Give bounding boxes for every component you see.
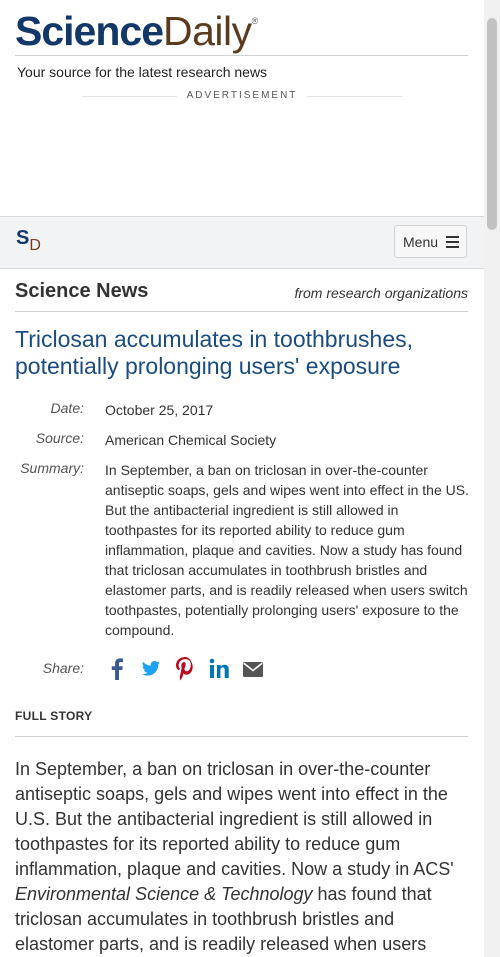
summary-text: In September, a ban on triclosan in over…: [105, 462, 469, 638]
source-value: American Chemical Society: [105, 432, 277, 448]
logo-daily-text: Daily: [163, 8, 252, 54]
journal-name: Environmental Science & Technology: [15, 884, 313, 904]
article-body: In September, a ban on triclosan in over…: [15, 757, 475, 957]
twitter-icon[interactable]: [141, 657, 161, 681]
scrollbar-thumb[interactable]: [487, 18, 497, 230]
top-navbar: SD Menu: [0, 216, 484, 269]
page: ScienceDaily® Your source for the latest…: [0, 0, 484, 957]
summary-label: Summary:: [20, 460, 84, 476]
logo-divider: [15, 55, 468, 56]
facebook-icon[interactable]: [110, 657, 124, 681]
sciencedaily-logo[interactable]: ScienceDaily®: [15, 8, 258, 58]
sd-home-logo[interactable]: SD: [16, 227, 41, 254]
section-divider: [15, 311, 468, 312]
full-story-divider: [15, 736, 468, 737]
logo-science-text: Science: [15, 8, 164, 54]
article-headline: Triclosan accumulates in toothbrushes, p…: [15, 326, 414, 379]
section-title[interactable]: Science News: [15, 280, 148, 303]
logo-d: D: [29, 237, 41, 254]
pinterest-icon[interactable]: [176, 657, 194, 681]
menu-button[interactable]: Menu: [394, 225, 467, 258]
registered-mark: ®: [251, 16, 259, 26]
linkedin-icon[interactable]: [209, 657, 229, 681]
date-value: October 25, 2017: [105, 402, 214, 418]
vertical-scrollbar[interactable]: [484, 0, 500, 957]
share-label: Share:: [42, 660, 84, 676]
logo-s: S: [16, 227, 30, 249]
ad-divider-right: [307, 96, 402, 97]
source-label: Source:: [35, 430, 84, 446]
full-story-label: FULL STORY: [15, 709, 93, 723]
email-icon[interactable]: [243, 657, 263, 681]
body-text-part1: In September, a ban on triclosan in over…: [15, 759, 454, 879]
section-subtitle: from research organizations: [294, 285, 468, 301]
hamburger-icon: [446, 236, 459, 251]
tagline: Your source for the latest research news: [17, 64, 268, 80]
menu-label: Menu: [403, 234, 439, 250]
date-label: Date:: [50, 400, 84, 416]
